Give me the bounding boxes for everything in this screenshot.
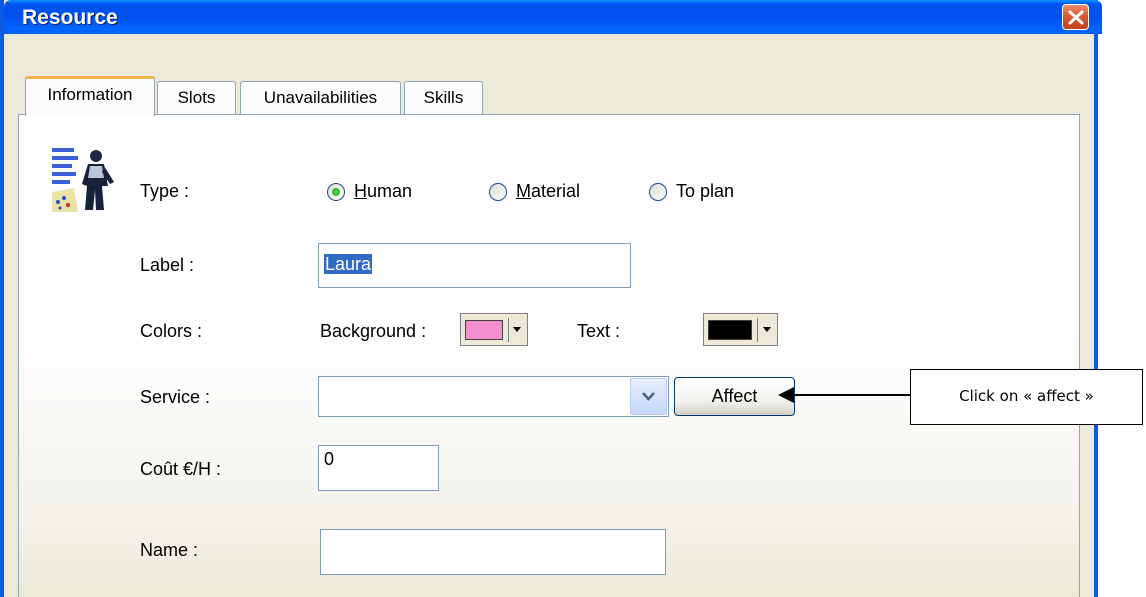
tab-unavailabilities[interactable]: Unavailabilities	[240, 81, 401, 114]
colors-label: Colors :	[140, 321, 203, 341]
picker-separator	[757, 318, 758, 342]
radio-material-text: aterial	[531, 181, 581, 201]
arrow-left-icon	[778, 387, 910, 403]
radio-circle[interactable]	[649, 183, 667, 201]
radio-circle[interactable]	[489, 183, 507, 201]
annotation-callout: Click on « affect »	[910, 369, 1143, 425]
service-dropdown-button[interactable]	[630, 378, 667, 415]
radio-circle[interactable]	[327, 183, 345, 201]
resource-person-icon	[52, 148, 114, 212]
background-color-swatch	[465, 320, 503, 340]
cost-input[interactable]: 0	[318, 445, 439, 491]
window-title: Resource	[22, 6, 118, 29]
tab-skills[interactable]: Skills	[404, 81, 483, 114]
radio-material-label: Material	[516, 181, 580, 202]
radio-human-text: uman	[367, 181, 413, 201]
affect-button[interactable]: Affect	[674, 377, 795, 416]
accel-key: M	[516, 181, 531, 201]
background-label: Background :	[320, 321, 427, 341]
service-select[interactable]	[318, 376, 669, 417]
background-color-picker[interactable]	[460, 313, 528, 346]
text-color-label: Text :	[577, 321, 621, 341]
cost-label: Coût €/H :	[140, 459, 222, 479]
label-label: Label :	[140, 255, 195, 275]
radio-selected-dot	[332, 188, 340, 196]
close-button[interactable]	[1062, 4, 1089, 30]
text-color-picker[interactable]	[703, 313, 778, 346]
name-label: Name :	[140, 540, 199, 560]
label-input[interactable]: Laura	[318, 243, 631, 288]
radio-human-label: Human	[354, 181, 412, 202]
label-input-value: Laura	[324, 254, 373, 274]
radio-to-plan-label: To plan	[676, 181, 735, 201]
tab-information[interactable]: Information	[25, 76, 155, 116]
title-bar[interactable]: Resource	[4, 0, 1102, 34]
type-label: Type :	[140, 181, 190, 201]
close-icon	[1068, 10, 1084, 25]
service-label: Service :	[140, 387, 211, 407]
dropdown-chevron-icon	[642, 392, 655, 401]
chevron-down-icon	[513, 327, 521, 332]
text-color-swatch	[708, 320, 752, 340]
picker-separator	[508, 318, 509, 342]
chevron-down-icon	[763, 327, 771, 332]
tab-slots[interactable]: Slots	[157, 81, 236, 114]
name-input[interactable]	[320, 529, 666, 575]
accel-key: H	[354, 181, 367, 201]
